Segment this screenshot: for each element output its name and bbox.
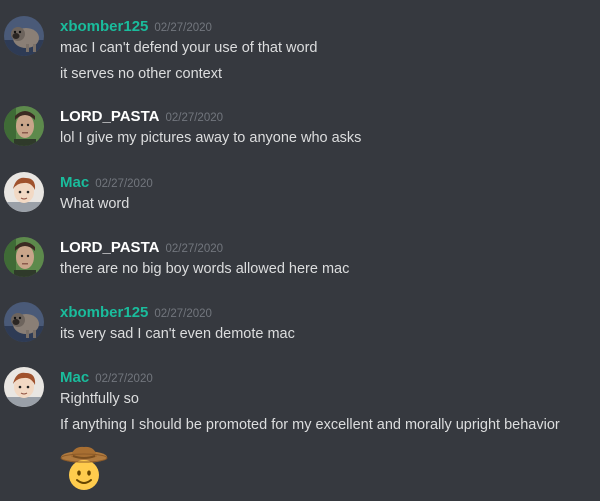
- photo-avatar[interactable]: [4, 237, 44, 277]
- pug-avatar[interactable]: [4, 16, 44, 56]
- message-text: What word: [60, 196, 130, 212]
- message-text: its very sad I can't even demote mac: [60, 326, 295, 342]
- message-text: Rightfully so: [60, 391, 139, 407]
- message-text: it serves no other context: [60, 66, 222, 82]
- message-text: mac I can't defend your use of that word: [60, 40, 318, 56]
- timestamp[interactable]: 02/27/2020: [95, 178, 153, 190]
- timestamp[interactable]: 02/27/2020: [154, 308, 212, 320]
- cartoon-avatar[interactable]: [4, 172, 44, 212]
- message-text: lol I give my pictures away to anyone wh…: [60, 130, 362, 146]
- username[interactable]: xbomber125: [60, 18, 148, 35]
- chat-messages: xbomber125 02/27/2020 mac I can't defend …: [0, 0, 600, 501]
- timestamp[interactable]: 02/27/2020: [165, 112, 223, 124]
- username[interactable]: xbomber125: [60, 304, 148, 321]
- pug-avatar[interactable]: [4, 302, 44, 342]
- username[interactable]: LORD_PASTA: [60, 108, 159, 125]
- username[interactable]: Mac: [60, 174, 89, 191]
- cowboy-hat-face-emoji[interactable]: [60, 445, 108, 498]
- message-text: If anything I should be promoted for my …: [60, 417, 560, 433]
- timestamp[interactable]: 02/27/2020: [95, 373, 153, 385]
- photo-avatar[interactable]: [4, 106, 44, 146]
- message-text: there are no big boy words allowed here …: [60, 261, 350, 277]
- username[interactable]: Mac: [60, 369, 89, 386]
- timestamp[interactable]: 02/27/2020: [165, 243, 223, 255]
- username[interactable]: LORD_PASTA: [60, 239, 159, 256]
- cartoon-avatar[interactable]: [4, 367, 44, 407]
- timestamp[interactable]: 02/27/2020: [154, 22, 212, 34]
